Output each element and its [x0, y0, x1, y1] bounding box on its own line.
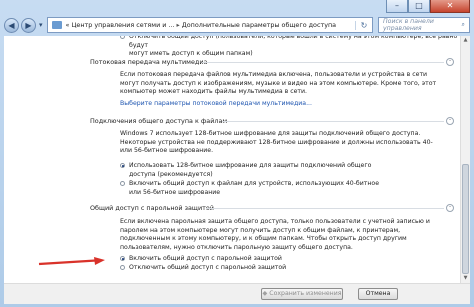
- control-panel-icon: [51, 21, 62, 29]
- cancel-button[interactable]: Отмена: [358, 288, 398, 300]
- section-divider: [202, 62, 444, 63]
- minimize-button[interactable]: –: [386, 0, 408, 13]
- password-on-option[interactable]: Включить общий доступ с парольной защито…: [120, 255, 282, 264]
- section-divider: [206, 208, 444, 209]
- section-title-password: Общий доступ с парольной защитой: [90, 204, 214, 212]
- section-title-streaming: Потоковая передача мультимедиа: [90, 58, 208, 66]
- save-changes-button[interactable]: ◆ Сохранить изменения: [261, 288, 343, 300]
- history-dropdown-icon[interactable]: ▾: [39, 21, 43, 29]
- scrollbar-thumb[interactable]: [462, 164, 469, 274]
- encryption-40-56-label: Включить общий доступ к файлам для устро…: [129, 180, 380, 196]
- navigation-bar: ◀ ▶ ▾ « Центр управления сетями и ... ▸ …: [4, 15, 470, 35]
- password-off-option[interactable]: Отключить общий доступ с парольной защит…: [120, 264, 286, 273]
- search-placeholder: Поиск в панели управления: [383, 18, 434, 32]
- collapse-icon[interactable]: ⌃: [446, 204, 454, 212]
- password-on-label: Включить общий доступ с парольной защито…: [129, 255, 282, 262]
- breadcrumb-advanced-sharing[interactable]: Дополнительные параметры общего доступа: [182, 21, 336, 29]
- breadcrumb-network-center[interactable]: Центр управления сетями и ...: [71, 21, 174, 29]
- settings-content: Отключить общий доступ (пользователи, ко…: [4, 36, 460, 283]
- encryption-128-label: Использовать 128-битное шифрование для з…: [129, 162, 372, 178]
- scroll-up-icon[interactable]: ▲: [461, 36, 470, 45]
- radio-button[interactable]: [120, 181, 125, 186]
- file-sharing-description: Windows 7 использует 128-битное шифрован…: [120, 130, 433, 155]
- window-controls: – □ ✕: [386, 0, 470, 13]
- forward-button[interactable]: ▶: [21, 17, 36, 33]
- streaming-options-link[interactable]: Выберите параметры потоковой передачи му…: [120, 100, 312, 107]
- close-button[interactable]: ✕: [430, 0, 470, 13]
- breadcrumb-separator-icon[interactable]: ▸: [177, 21, 180, 29]
- breadcrumb-overflow[interactable]: «: [66, 21, 70, 29]
- collapse-icon[interactable]: ⌃: [446, 58, 454, 66]
- radio-button-selected[interactable]: [120, 256, 125, 261]
- section-divider: [222, 121, 444, 122]
- section-title-file-sharing: Подключения общего доступа к файлам: [90, 117, 228, 125]
- collapse-icon[interactable]: ⌃: [446, 117, 454, 125]
- encryption-128-option[interactable]: Использовать 128-битное шифрование для з…: [120, 162, 379, 179]
- search-icon[interactable]: ⌕: [462, 21, 465, 29]
- public-folder-off-option[interactable]: Отключить общий доступ (пользователи, ко…: [120, 36, 460, 59]
- scroll-down-icon[interactable]: ▼: [461, 274, 470, 283]
- radio-button[interactable]: [120, 265, 125, 270]
- address-bar[interactable]: « Центр управления сетями и ... ▸ Дополн…: [46, 17, 373, 33]
- save-changes-label: Сохранить изменения: [269, 290, 342, 297]
- maximize-button[interactable]: □: [408, 0, 430, 13]
- dialog-footer: ◆ Сохранить изменения Отмена: [4, 283, 470, 304]
- password-description: Если включена парольная защита общего до…: [120, 218, 430, 252]
- explorer-window: – □ ✕ ◀ ▶ ▾ « Центр управления сетями и …: [0, 0, 474, 307]
- radio-button-selected[interactable]: [120, 163, 125, 168]
- password-off-label: Отключить общий доступ с парольной защит…: [129, 264, 287, 271]
- public-folder-off-label: Отключить общий доступ (пользователи, ко…: [129, 36, 458, 58]
- red-pointer-arrow-icon: [38, 257, 105, 266]
- search-input[interactable]: Поиск в панели управления ⌕: [378, 17, 470, 33]
- encryption-40-56-option[interactable]: Включить общий доступ к файлам для устро…: [120, 180, 379, 197]
- refresh-icon[interactable]: ↻: [355, 20, 372, 30]
- radio-button[interactable]: [120, 36, 125, 39]
- streaming-description: Если потоковая передача файлов мультимед…: [120, 71, 437, 96]
- vertical-scrollbar[interactable]: ▲ ▼: [460, 36, 470, 283]
- back-button[interactable]: ◀: [4, 17, 19, 33]
